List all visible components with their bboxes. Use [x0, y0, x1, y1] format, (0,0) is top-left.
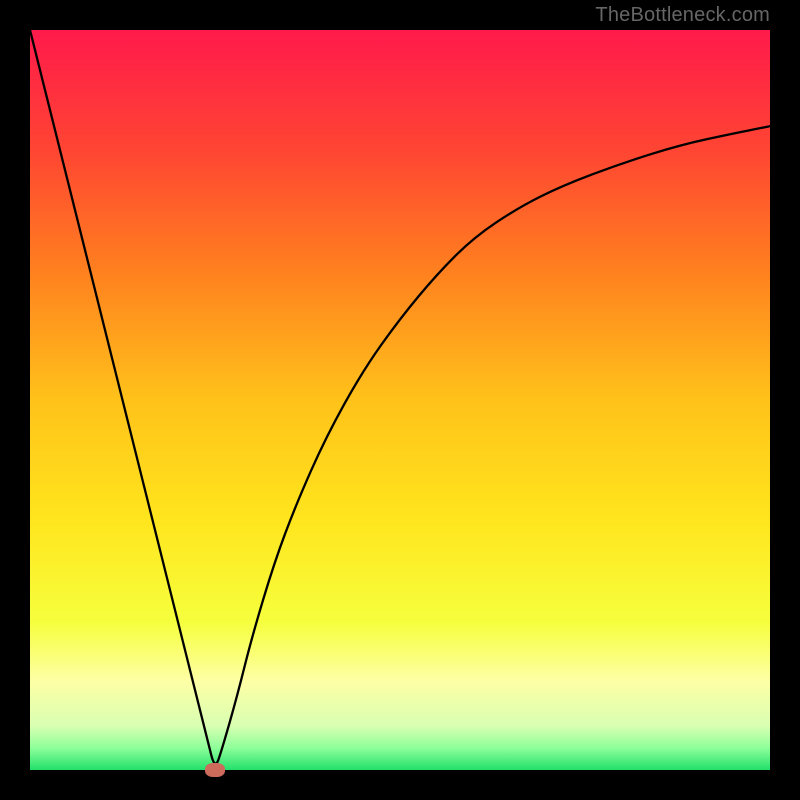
- bottleneck-chart: [30, 30, 770, 770]
- chart-frame: [30, 30, 770, 770]
- watermark-text: TheBottleneck.com: [595, 4, 770, 27]
- optimum-marker: [205, 763, 225, 777]
- chart-background: [30, 30, 770, 770]
